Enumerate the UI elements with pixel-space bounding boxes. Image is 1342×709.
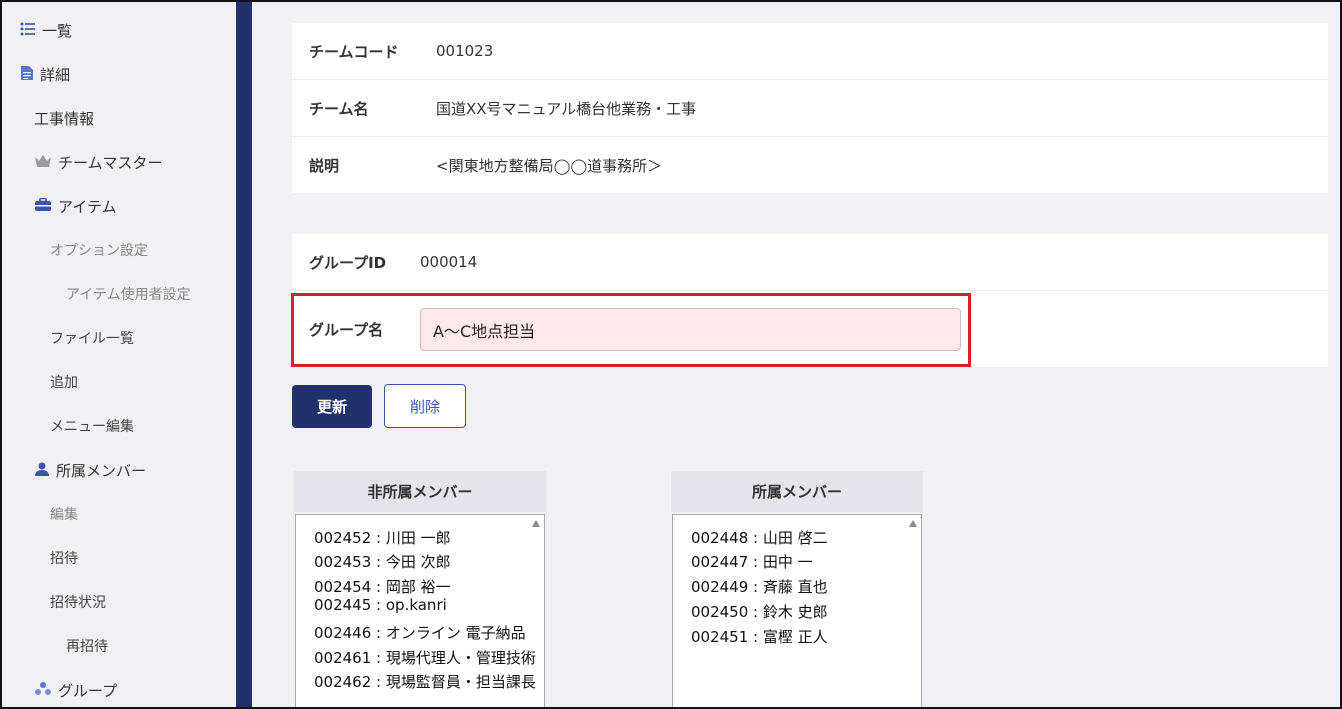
sidebar-item-label: 所属メンバー — [56, 462, 147, 480]
sidebar-item-file-list[interactable]: ファイル一覧 — [50, 328, 134, 348]
team-desc-value: <関東地方整備局◯◯道事務所＞ — [436, 156, 663, 175]
list-item[interactable]: 002462 : 現場監督員・担当課長 — [314, 671, 536, 692]
scroll-up-arrow[interactable] — [909, 520, 917, 527]
sidebar-item-label: メニュー編集 — [50, 419, 134, 435]
non-members-header: 非所属メンバー — [294, 471, 546, 512]
sidebar-item-invite-status[interactable]: 招待状況 — [50, 592, 106, 612]
sidebar-item-item[interactable]: アイテム — [34, 196, 117, 217]
sidebar-item-label: グループ — [58, 682, 118, 700]
sidebar-item-group[interactable]: グループ — [34, 680, 117, 701]
list-item[interactable]: 002454 : 岡部 裕一 — [314, 576, 451, 597]
team-code-row: チームコード 001023 — [292, 23, 1328, 80]
sidebar-item-reinvite[interactable]: 再招待 — [66, 636, 108, 656]
team-name-value: 国道XX号マニュアル橋台他業務・工事 — [436, 99, 697, 118]
sidebar-item-list[interactable]: 一覧 — [20, 20, 72, 41]
team-info-card: チームコード 001023 チーム名 国道XX号マニュアル橋台他業務・工事 説明… — [292, 23, 1328, 193]
list-item[interactable]: 002447 : 田中 一 — [691, 551, 813, 572]
main-content: チームコード 001023 チーム名 国道XX号マニュアル橋台他業務・工事 説明… — [252, 2, 1340, 709]
sidebar-item-add[interactable]: 追加 — [50, 372, 78, 392]
sidebar-item-label: アイテム — [58, 198, 117, 216]
list-item[interactable]: 002449 : 斉藤 直也 — [691, 576, 828, 597]
sidebar-item-menu-edit[interactable]: メニュー編集 — [50, 416, 134, 436]
sidebar-item-label: 詳細 — [40, 66, 71, 84]
sidebar-item-item-user-settings[interactable]: アイテム使用者設定 — [66, 284, 191, 304]
list-item[interactable]: 002461 : 現場代理人・管理技術 — [314, 647, 536, 668]
team-name-label: チーム名 — [309, 99, 369, 118]
sidebar-item-edit[interactable]: 編集 — [50, 504, 78, 524]
update-button[interactable]: 更新 — [292, 385, 372, 428]
team-name-row: チーム名 国道XX号マニュアル橋台他業務・工事 — [292, 80, 1328, 137]
list-item[interactable]: 002448 : 山田 啓二 — [691, 527, 828, 548]
sidebar-item-label: 再招待 — [66, 639, 108, 655]
sidebar-item-invite[interactable]: 招待 — [50, 548, 78, 568]
list-item[interactable]: 002451 : 富樫 正人 — [691, 626, 828, 647]
list-item[interactable]: 002450 : 鈴木 史郎 — [691, 601, 828, 622]
sidebar-item-label: アイテム使用者設定 — [66, 287, 191, 303]
members-listbox[interactable]: 002448 : 山田 啓二 002447 : 田中 一 002449 : 斉藤… — [672, 514, 922, 709]
sidebar-item-construction-info[interactable]: 工事情報 — [34, 108, 94, 129]
team-code-value: 001023 — [436, 42, 494, 60]
list-item[interactable]: 002453 : 今田 次郎 — [314, 551, 451, 572]
scroll-up-arrow[interactable] — [532, 520, 540, 527]
team-desc-row: 説明 <関東地方整備局◯◯道事務所＞ — [292, 137, 1328, 193]
sidebar-item-label: 招待状況 — [50, 595, 106, 611]
highlight-box — [291, 293, 971, 367]
sidebar-item-label: 追加 — [50, 375, 78, 391]
sidebar-item-label: 一覧 — [42, 22, 73, 40]
list-item[interactable]: 002446 : オンライン 電子納品 — [314, 622, 526, 643]
group-id-label: グループID — [309, 253, 387, 272]
group-id-row: グループID 000014 — [292, 234, 1328, 291]
sidebar-divider — [236, 2, 252, 707]
group-id-value: 000014 — [420, 253, 478, 271]
team-code-label: チームコード — [309, 42, 399, 61]
team-desc-label: 説明 — [309, 156, 340, 175]
sidebar-item-label: チームマスター — [58, 154, 163, 172]
group-icon — [34, 681, 52, 701]
crown-icon — [34, 154, 52, 172]
sidebar-item-members[interactable]: 所属メンバー — [34, 460, 146, 481]
user-icon — [34, 461, 50, 481]
sidebar-item-detail[interactable]: 詳細 — [20, 64, 70, 85]
sidebar: 一覧 詳細 工事情報 チームマスター アイテム オプション設定 アイテム使用者設… — [2, 2, 236, 707]
non-members-listbox[interactable]: 002452 : 川田 一郎 002453 : 今田 次郎 002454 : 岡… — [295, 514, 545, 709]
members-header: 所属メンバー — [671, 471, 923, 512]
sidebar-item-label: 招待 — [50, 551, 78, 567]
sidebar-item-label: ファイル一覧 — [50, 331, 134, 347]
toolbox-icon — [34, 197, 52, 216]
sidebar-item-label: 編集 — [50, 507, 78, 523]
sidebar-item-label: オプション設定 — [50, 243, 148, 259]
document-icon — [20, 65, 34, 85]
sidebar-item-team-master[interactable]: チームマスター — [34, 152, 163, 173]
list-item[interactable]: 002445 : op.kanri — [314, 596, 447, 614]
sidebar-item-option-settings[interactable]: オプション設定 — [50, 240, 148, 260]
delete-button[interactable]: 削除 — [384, 384, 466, 428]
list-item[interactable]: 002452 : 川田 一郎 — [314, 527, 451, 548]
list-icon — [20, 22, 36, 40]
sidebar-item-label: 工事情報 — [34, 110, 95, 128]
